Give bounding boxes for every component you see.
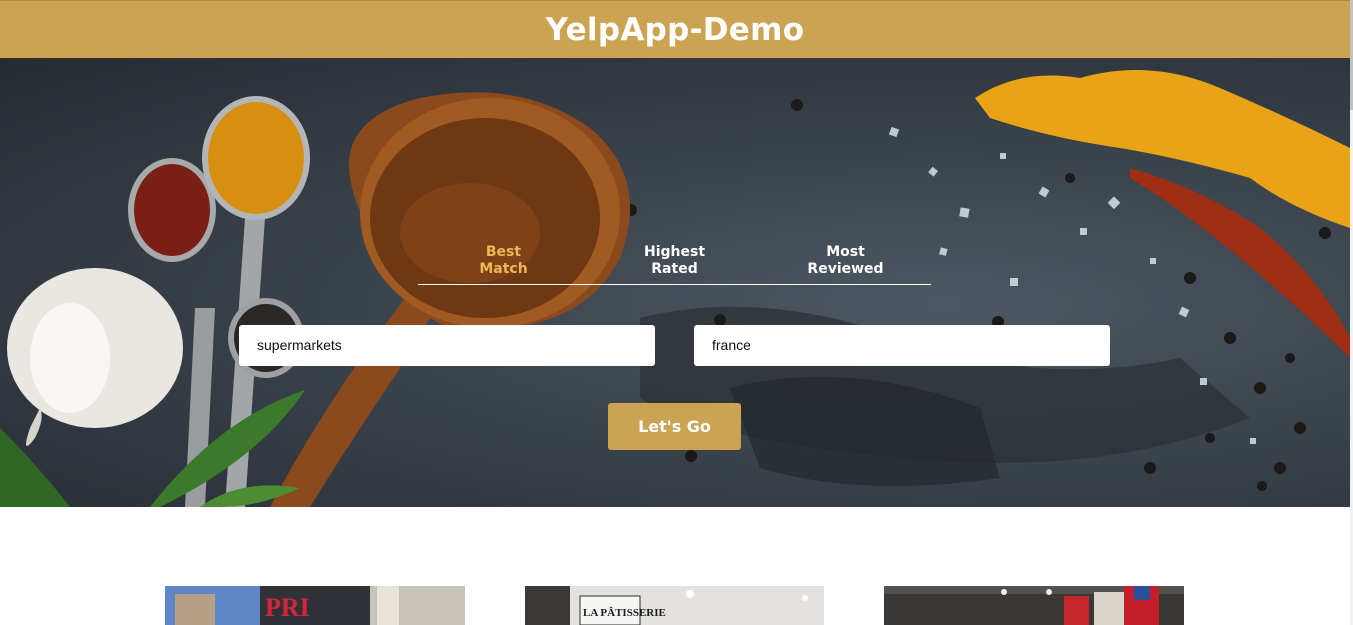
lets-go-button[interactable]: Let's Go (608, 403, 741, 450)
business-image: LA PÂTISSERIE (525, 586, 824, 625)
business-image: PRI (165, 586, 465, 625)
app-header: YelpApp-Demo (0, 0, 1350, 58)
sort-option-label-line2: Match (479, 261, 528, 277)
business-card[interactable] (884, 586, 1184, 625)
sort-option-label-line1: Most (826, 244, 865, 260)
search-location-input[interactable]: france (694, 325, 1110, 366)
sort-option-label-line1: Highest (643, 244, 706, 260)
business-image-sign: PRI (265, 593, 310, 622)
sort-options: Best Match Highest Rated Most Reviewed (418, 243, 931, 285)
sort-option-label-line1: Best (485, 244, 522, 260)
business-card[interactable]: LA PÂTISSERIE (525, 586, 825, 625)
business-image-sign: LA PÂTISSERIE (583, 607, 666, 619)
sort-option-best-match[interactable]: Best Match (418, 243, 589, 284)
sort-option-highest-rated[interactable]: Highest Rated (589, 243, 760, 284)
app-title: YelpApp-Demo (545, 11, 805, 48)
business-list: PRI LA PÂTISSERIE (0, 586, 1350, 625)
business-card[interactable]: PRI (165, 586, 465, 625)
sort-option-label-line2: Rated (651, 261, 698, 277)
search-term-input[interactable]: supermarkets (239, 325, 655, 366)
sort-option-most-reviewed[interactable]: Most Reviewed (760, 243, 931, 284)
hero-search-section: Best Match Highest Rated Most Reviewed s… (0, 58, 1350, 507)
sort-option-label-line2: Reviewed (807, 261, 884, 277)
business-image (884, 586, 1184, 625)
